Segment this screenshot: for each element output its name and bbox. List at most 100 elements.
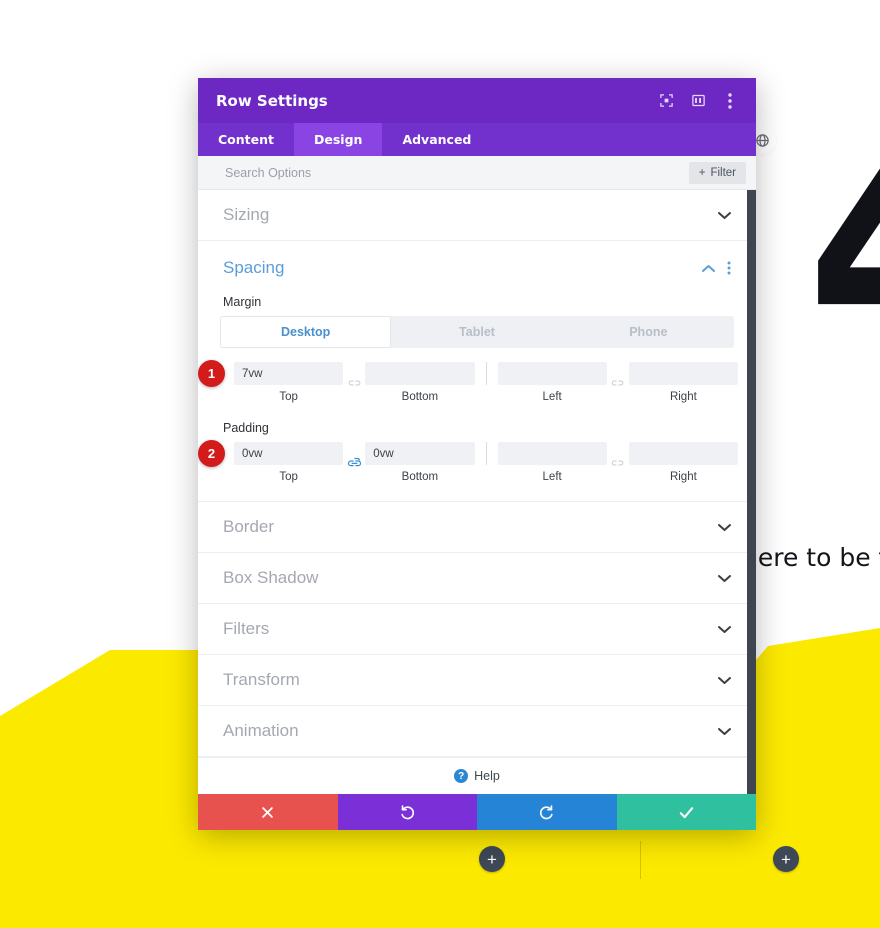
search-input[interactable] bbox=[223, 164, 689, 181]
plus-icon: + bbox=[781, 849, 791, 869]
section-box-shadow-label: Box Shadow bbox=[223, 568, 319, 587]
background-hero-text: 4 bbox=[806, 112, 880, 382]
padding-top-input[interactable] bbox=[234, 442, 344, 465]
margin-top-label: Top bbox=[279, 391, 298, 403]
margin-left-cell: Left bbox=[497, 362, 607, 403]
padding-left-cell: Left bbox=[497, 442, 607, 483]
filter-button[interactable]: + Filter bbox=[688, 161, 746, 184]
tab-content[interactable]: Content bbox=[198, 123, 294, 156]
padding-horizontal-group: Left Right bbox=[497, 442, 738, 483]
device-tab-tablet[interactable]: Tablet bbox=[391, 316, 562, 348]
step-badge-1: 1 bbox=[198, 360, 225, 387]
margin-right-input[interactable] bbox=[628, 362, 738, 385]
help-icon: ? bbox=[454, 769, 469, 783]
close-icon bbox=[262, 806, 274, 818]
layout-columns-icon[interactable] bbox=[690, 93, 706, 109]
field-separator bbox=[485, 362, 487, 385]
section-options-icon[interactable] bbox=[727, 261, 731, 275]
margin-right-cell: Right bbox=[628, 362, 738, 403]
section-transform-label: Transform bbox=[223, 670, 300, 689]
plus-icon: + bbox=[698, 166, 706, 179]
section-sizing-label: Sizing bbox=[223, 205, 270, 224]
undo-icon bbox=[401, 804, 414, 819]
margin-vertical-group: Top Bottom bbox=[234, 362, 475, 403]
padding-vertical-group: Top Bottom bbox=[234, 442, 475, 483]
link-margin-vertical-icon[interactable] bbox=[343, 371, 365, 394]
link-padding-vertical-icon[interactable] bbox=[343, 451, 365, 474]
margin-bottom-input[interactable] bbox=[365, 362, 475, 385]
filter-button-label: Filter bbox=[710, 166, 736, 179]
section-filters-label: Filters bbox=[223, 619, 270, 638]
padding-bottom-input[interactable] bbox=[365, 442, 475, 465]
chevron-down-icon bbox=[718, 574, 731, 583]
step-badge-2: 2 bbox=[198, 440, 225, 467]
link-padding-horizontal-icon[interactable] bbox=[607, 451, 629, 474]
discard-button[interactable] bbox=[198, 794, 338, 830]
padding-bottom-cell: Bottom bbox=[365, 442, 475, 483]
margin-horizontal-group: Left Right bbox=[497, 362, 738, 403]
padding-right-cell: Right bbox=[628, 442, 738, 483]
chevron-down-icon bbox=[718, 523, 731, 532]
add-module-button-left[interactable]: + bbox=[479, 846, 505, 872]
redo-button[interactable] bbox=[477, 794, 617, 830]
field-separator bbox=[485, 442, 487, 465]
section-transform[interactable]: Transform bbox=[198, 655, 756, 706]
chevron-down-icon bbox=[718, 676, 731, 685]
redo-icon bbox=[540, 804, 553, 819]
margin-left-label: Left bbox=[542, 391, 562, 403]
chevron-down-icon bbox=[718, 625, 731, 634]
padding-top-label: Top bbox=[279, 471, 298, 483]
chevron-down-icon bbox=[718, 211, 731, 220]
section-spacing-header[interactable]: Spacing bbox=[198, 241, 756, 295]
device-tab-phone[interactable]: Phone bbox=[563, 316, 734, 348]
save-button[interactable] bbox=[616, 794, 756, 830]
padding-right-label: Right bbox=[669, 471, 697, 483]
padding-bottom-label: Bottom bbox=[401, 471, 439, 483]
modal-title: Row Settings bbox=[216, 91, 328, 110]
margin-top-input[interactable] bbox=[234, 362, 344, 385]
undo-button[interactable] bbox=[337, 794, 477, 830]
more-options-icon[interactable] bbox=[722, 92, 738, 109]
add-module-button-right[interactable]: + bbox=[773, 846, 799, 872]
margin-left-input[interactable] bbox=[497, 362, 607, 385]
chevron-up-icon[interactable] bbox=[702, 264, 715, 273]
modal-body: Sizing Spacing Margin Desktop Tablet Pho… bbox=[198, 190, 756, 794]
margin-bottom-cell: Bottom bbox=[365, 362, 475, 403]
section-border-label: Border bbox=[223, 517, 275, 536]
tab-design[interactable]: Design bbox=[294, 123, 383, 156]
help-row[interactable]: ? Help bbox=[198, 757, 756, 794]
settings-list: Sizing Spacing Margin Desktop Tablet Pho… bbox=[198, 190, 756, 794]
margin-bottom-label: Bottom bbox=[401, 391, 439, 403]
padding-left-input[interactable] bbox=[497, 442, 607, 465]
tab-advanced[interactable]: Advanced bbox=[382, 123, 491, 156]
section-spacing: Spacing Margin Desktop Tablet Phone 1 7v… bbox=[198, 241, 756, 502]
section-border[interactable]: Border bbox=[198, 502, 756, 553]
modal-tabs: Content Design Advanced bbox=[198, 123, 756, 156]
padding-label: Padding bbox=[223, 421, 269, 435]
search-bar: + Filter bbox=[198, 156, 756, 190]
margin-right-label: Right bbox=[669, 391, 697, 403]
section-animation-label: Animation bbox=[223, 721, 299, 740]
focus-target-icon[interactable] bbox=[658, 93, 674, 109]
background-sub-text: here to be fo bbox=[742, 543, 880, 572]
margin-label: Margin bbox=[223, 295, 262, 309]
device-tab-desktop[interactable]: Desktop bbox=[220, 316, 392, 348]
link-margin-horizontal-icon[interactable] bbox=[607, 371, 629, 394]
check-icon bbox=[679, 806, 693, 818]
padding-right-input[interactable] bbox=[628, 442, 738, 465]
modal-scrollbar[interactable] bbox=[747, 190, 756, 794]
margin-fields-row: 1 Top bbox=[198, 360, 756, 403]
plus-icon: + bbox=[487, 849, 497, 869]
modal-header: Row Settings bbox=[198, 78, 756, 123]
section-animation[interactable]: Animation bbox=[198, 706, 756, 757]
row-settings-modal: Row Settings Content Design Advanced Sea… bbox=[198, 78, 756, 830]
padding-top-cell: Top bbox=[234, 442, 344, 483]
help-label: Help bbox=[474, 769, 500, 783]
section-sizing[interactable]: Sizing bbox=[198, 190, 756, 241]
section-box-shadow[interactable]: Box Shadow bbox=[198, 553, 756, 604]
margin-top-cell: Top bbox=[234, 362, 344, 403]
device-toggle: Desktop Tablet Phone bbox=[220, 316, 734, 348]
modal-header-actions bbox=[658, 92, 738, 109]
section-filters[interactable]: Filters bbox=[198, 604, 756, 655]
padding-fields-row: 2 Top bbox=[198, 440, 756, 483]
